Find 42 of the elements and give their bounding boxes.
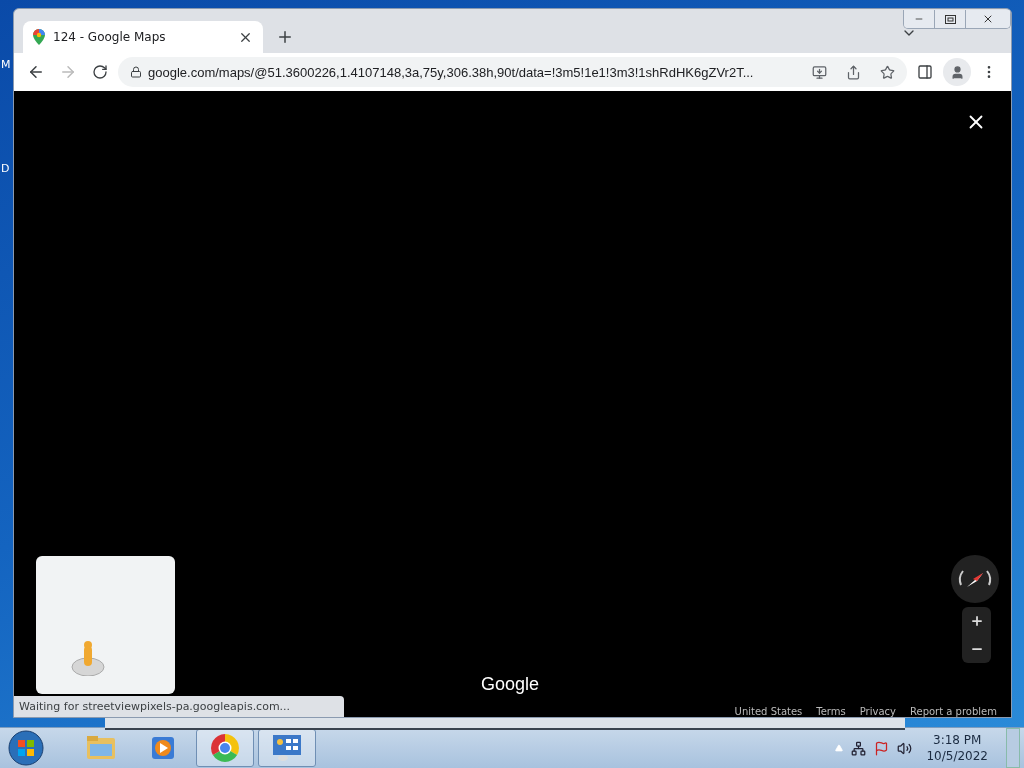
footer-link[interactable]: Report a problem: [910, 706, 997, 717]
person-icon: [949, 64, 965, 80]
network-icon[interactable]: [851, 740, 867, 756]
new-tab-icon[interactable]: [276, 28, 294, 46]
footer-link[interactable]: Terms: [816, 706, 846, 717]
desktop-icon-label[interactable]: M: [1, 58, 11, 71]
bookmark-star-icon[interactable]: [879, 64, 895, 80]
restore-icon: [944, 14, 956, 24]
volume-icon[interactable]: [897, 740, 913, 756]
footer-link[interactable]: Privacy: [859, 706, 896, 717]
reload-icon[interactable]: [92, 64, 108, 80]
pegman-icon: [70, 640, 106, 676]
zoom-in-icon[interactable]: [969, 614, 984, 628]
url-text: google.com/maps/@51.3600226,1.4107148,3a,75y,306.38h,90t/data=!3m5!1e1!3m3!1shRdHK6gZVr2T...: [148, 64, 755, 80]
tab-title: 124 - Google Maps: [53, 30, 167, 44]
date-text: 10/5/2022: [926, 748, 988, 764]
restore-button[interactable]: [934, 10, 965, 28]
flag-icon[interactable]: [874, 740, 890, 756]
map-pin-icon: [33, 29, 45, 45]
footer-link[interactable]: United States: [734, 706, 803, 717]
taskbar-button[interactable]: [196, 729, 254, 767]
map-logo: Google: [481, 674, 540, 695]
thumbnail-card[interactable]: [36, 556, 175, 694]
address-bar[interactable]: google.com/maps/@51.3600226,1.4107148,3a,75y,306.38h,90t/data=!3m5!1e1!3m3!1shRdHK6gZVr2T...: [118, 57, 907, 87]
install-icon[interactable]: [811, 64, 827, 80]
clock[interactable]: 3:18 PM 10/5/2022: [926, 732, 988, 764]
media-player-icon: [150, 735, 176, 761]
side-panel-icon[interactable]: [917, 64, 933, 80]
profile-button[interactable]: [943, 58, 971, 86]
status-bubble: Waiting for streetviewpixels-pa.googleapis.com...: [14, 696, 344, 717]
folder-icon: [86, 735, 116, 761]
lock-icon: [130, 66, 142, 78]
time-text: 3:18 PM: [933, 732, 982, 748]
taskbar-button[interactable]: [258, 729, 316, 767]
back-icon[interactable]: [27, 63, 45, 81]
browser-tab[interactable]: 124 - Google Maps: [23, 21, 263, 53]
chrome-icon: [210, 733, 240, 763]
compass-button[interactable]: [951, 555, 999, 603]
control-panel-icon: [271, 733, 303, 763]
desktop-icon-label[interactable]: D: [1, 162, 10, 175]
close-icon: [982, 13, 994, 25]
share-icon[interactable]: [845, 64, 861, 80]
